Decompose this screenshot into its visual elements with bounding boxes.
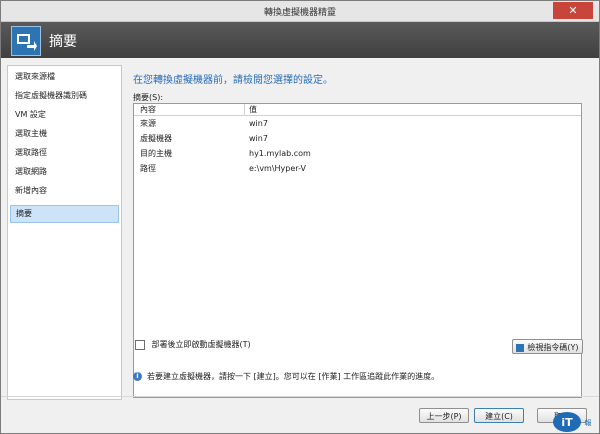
title-bar: 轉換虛擬機器精靈 ✕: [1, 1, 599, 22]
view-script-label: 檢視指令碼(Y): [527, 343, 579, 352]
summary-label: 摘要(S):: [133, 93, 164, 102]
footer-divider: [1, 396, 599, 397]
table-row[interactable]: 目的主機 hy1.mylab.com: [134, 146, 581, 161]
sidebar-item-specify-vm-id[interactable]: 指定虛擬機器識別碼: [10, 87, 119, 105]
sidebar-item-select-network[interactable]: 選取網路: [10, 163, 119, 181]
window-title: 轉換虛擬機器精靈: [263, 8, 336, 18]
row-value: e:\vm\Hyper-V: [249, 164, 306, 173]
svg-text:報: 報: [585, 419, 592, 427]
create-button[interactable]: 建立(C): [474, 408, 524, 423]
sidebar-item-add-properties[interactable]: 新增內容: [10, 182, 119, 200]
table-row[interactable]: 來源 win7: [134, 116, 581, 131]
row-property: 路徑: [140, 164, 156, 173]
headline: 在您轉換虛擬機器前，請檢閱您選擇的設定。: [133, 75, 333, 86]
wizard-steps-sidebar: 選取來源檔 指定虛擬機器識別碼 VM 設定 選取主機 選取路徑 選取網路 新增內…: [7, 65, 122, 400]
row-property: 來源: [140, 119, 156, 128]
wizard-window: 轉換虛擬機器精靈 ✕ 摘要 選取來源檔 指定虛擬機器識別碼 VM 設定 選取主機…: [0, 0, 600, 434]
page-header: 摘要: [1, 22, 599, 58]
row-value: hy1.mylab.com: [249, 149, 311, 158]
main-panel: 在您轉換虛擬機器前，請檢閱您選擇的設定。 摘要(S): 內容 值 來源 win7…: [125, 65, 593, 398]
sidebar-item-select-host[interactable]: 選取主機: [10, 125, 119, 143]
info-text: 若要建立虛擬機器，請按一下 [建立]。您可以在 [作業] 工作區追蹤此作業的進度…: [147, 372, 440, 381]
column-divider[interactable]: [244, 104, 245, 115]
row-value: win7: [249, 119, 268, 128]
row-value: win7: [249, 134, 268, 143]
start-after-deploy-option[interactable]: 部署後立即啟動虛擬機器(T): [135, 339, 251, 350]
start-after-deploy-label: 部署後立即啟動虛擬機器(T): [151, 340, 251, 349]
sidebar-item-select-path[interactable]: 選取路徑: [10, 144, 119, 162]
row-property: 目的主機: [140, 149, 172, 158]
view-script-button[interactable]: 檢視指令碼(Y): [512, 339, 583, 354]
info-icon: i: [133, 372, 142, 381]
page-title: 摘要: [49, 34, 77, 50]
convert-vm-icon: [11, 26, 41, 56]
sidebar-item-vm-settings[interactable]: VM 設定: [10, 106, 119, 124]
list-header: 內容 值: [134, 104, 581, 116]
table-row[interactable]: 虛擬機器 win7: [134, 131, 581, 146]
column-header-value[interactable]: 值: [249, 104, 257, 115]
ithome-logo: iT 報: [553, 412, 592, 432]
sidebar-item-summary[interactable]: 摘要: [10, 205, 119, 223]
script-icon: [516, 343, 525, 352]
close-button[interactable]: ✕: [553, 2, 593, 19]
sidebar-item-select-source[interactable]: 選取來源檔: [10, 68, 119, 86]
column-header-property[interactable]: 內容: [140, 104, 156, 115]
svg-text:iT: iT: [561, 416, 573, 429]
info-message: i 若要建立虛擬機器，請按一下 [建立]。您可以在 [作業] 工作區追蹤此作業的進…: [133, 371, 439, 382]
row-property: 虛擬機器: [140, 134, 172, 143]
start-after-deploy-checkbox[interactable]: [135, 339, 145, 350]
previous-button[interactable]: 上一步(P): [419, 408, 469, 423]
table-row[interactable]: 路徑 e:\vm\Hyper-V: [134, 161, 581, 176]
